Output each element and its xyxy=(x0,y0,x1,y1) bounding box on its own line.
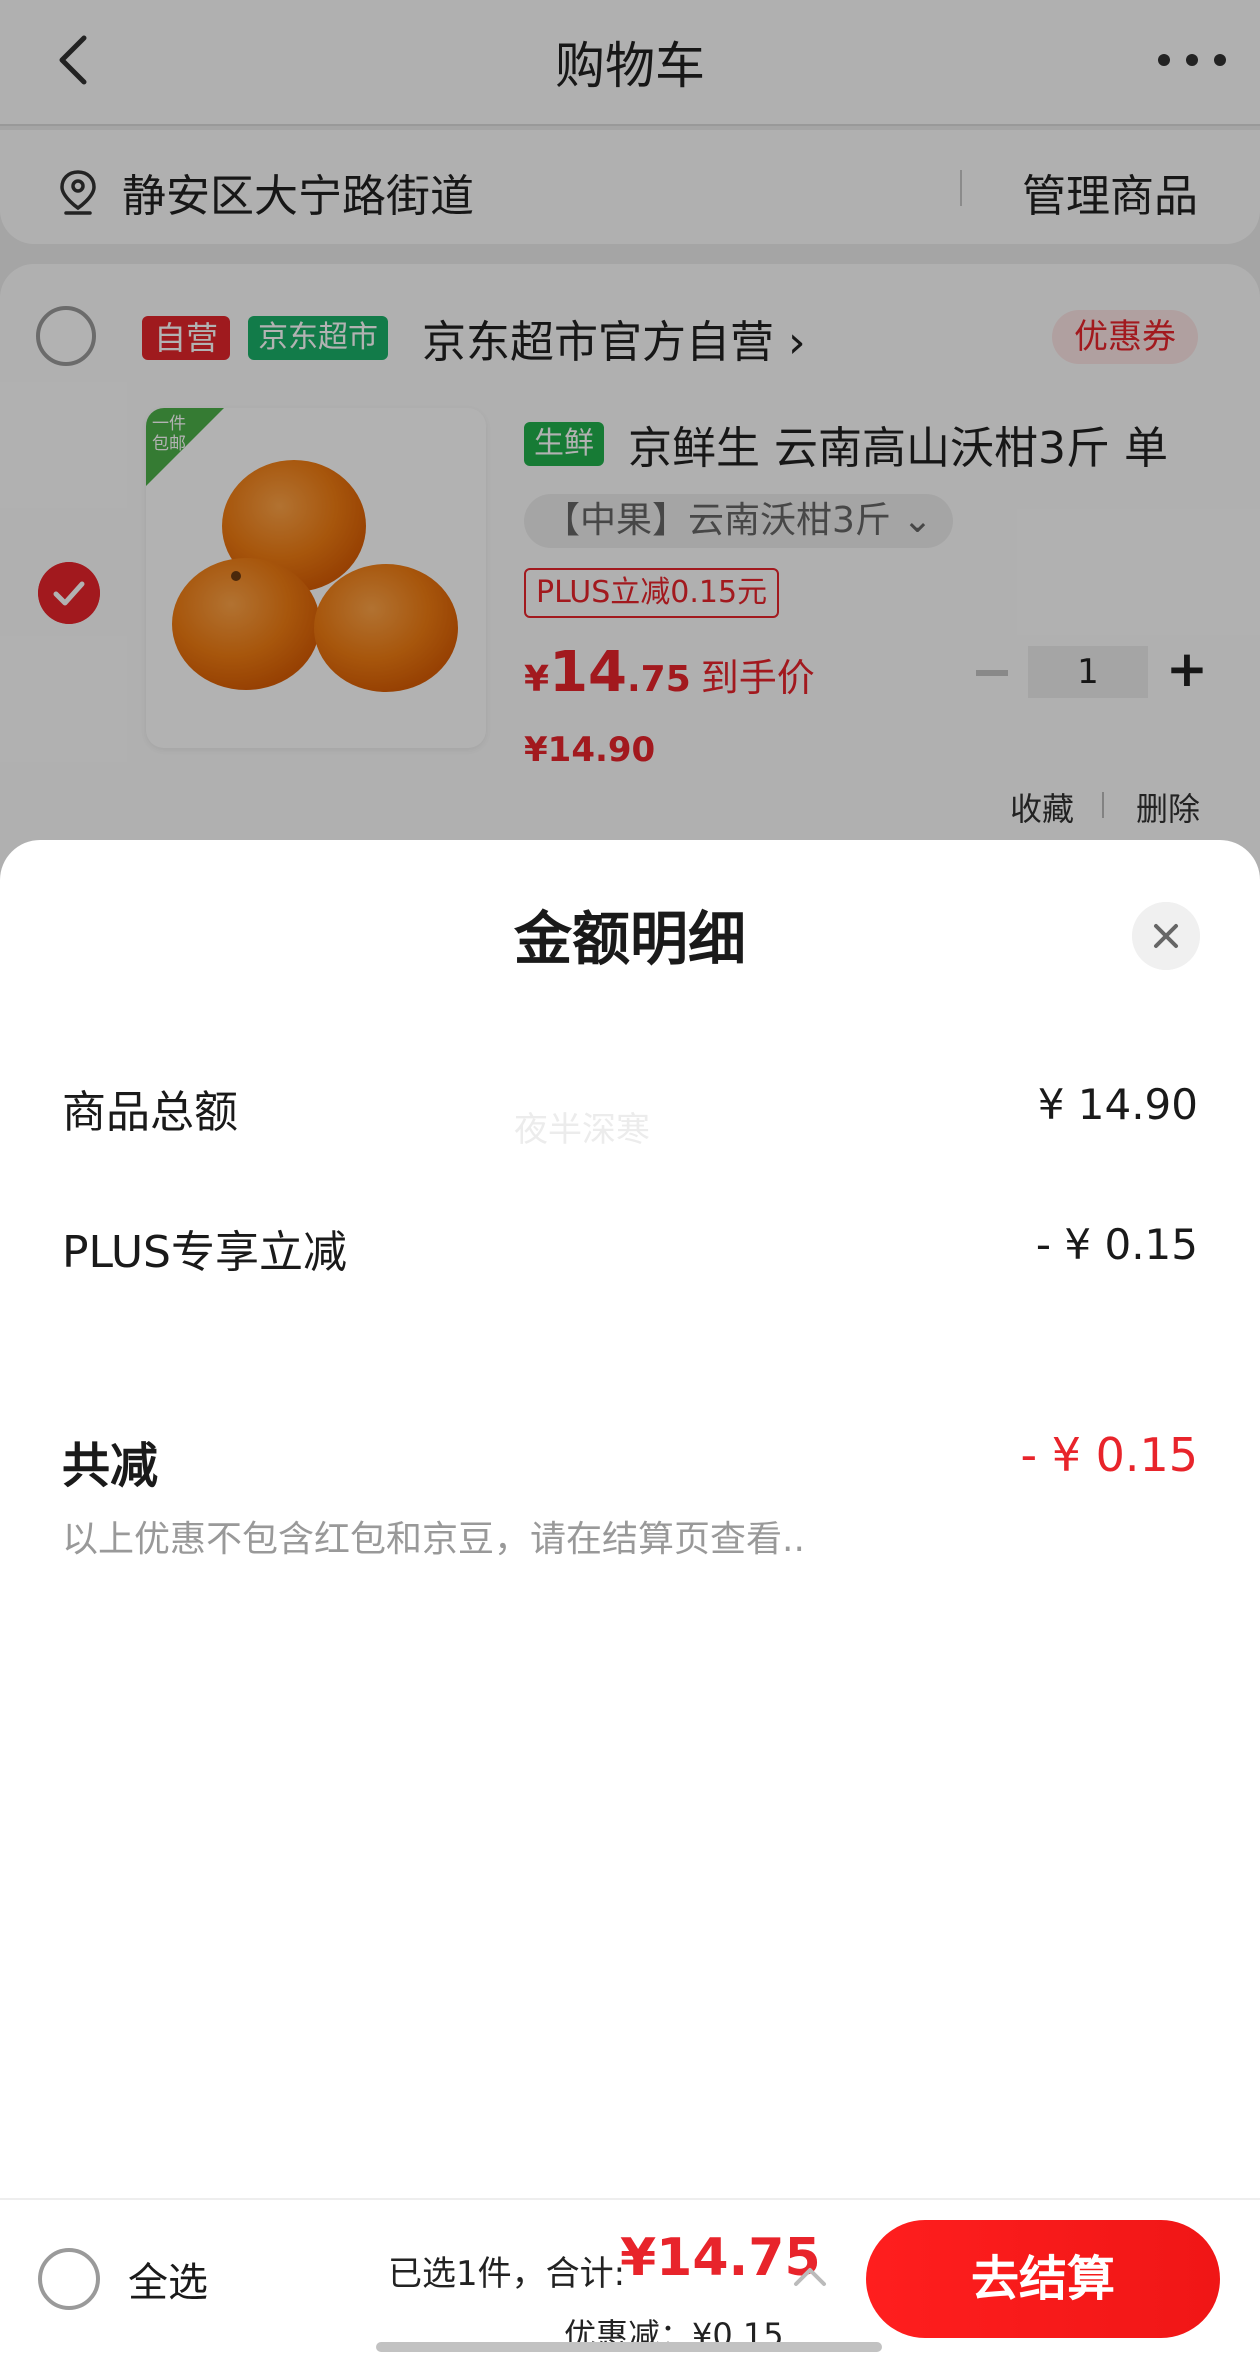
plus-discount-value: - ¥ 0.15 xyxy=(1035,1220,1198,1269)
amount-detail-sheet: 金额明细 夜半深寒 商品总额 ¥ 14.90 PLUS专享立减 - ¥ 0.15… xyxy=(0,840,1260,2354)
subtotal-label: 商品总额 xyxy=(62,1087,238,1138)
chevron-up-icon[interactable] xyxy=(790,2260,830,2290)
watermark: 夜半深寒 xyxy=(514,1110,650,1150)
plus-discount-label: PLUS专享立减 xyxy=(62,1227,347,1278)
sheet-title: 金额明细 xyxy=(513,905,746,973)
select-all-label[interactable]: 全选 xyxy=(128,2250,208,2308)
close-icon[interactable] xyxy=(1132,902,1200,970)
home-indicator[interactable] xyxy=(376,2342,882,2352)
subtotal-value: ¥ 14.90 xyxy=(1037,1080,1198,1129)
selected-summary-label: 已选1件，合计: xyxy=(388,2254,626,2294)
checkout-button[interactable]: 去结算 xyxy=(866,2220,1220,2338)
select-all-radio[interactable] xyxy=(38,2248,100,2310)
total-discount-label: 共减 xyxy=(62,1438,159,1494)
checkout-bar: 全选 已选1件，合计: ¥14.75 优惠减：¥0.15 去结算 xyxy=(0,2198,1260,2354)
discount-note: 以上优惠不包含红包和京豆，请在结算页查看.. xyxy=(62,1519,805,1560)
total-discount-value: - ¥ 0.15 xyxy=(1020,1428,1198,1482)
